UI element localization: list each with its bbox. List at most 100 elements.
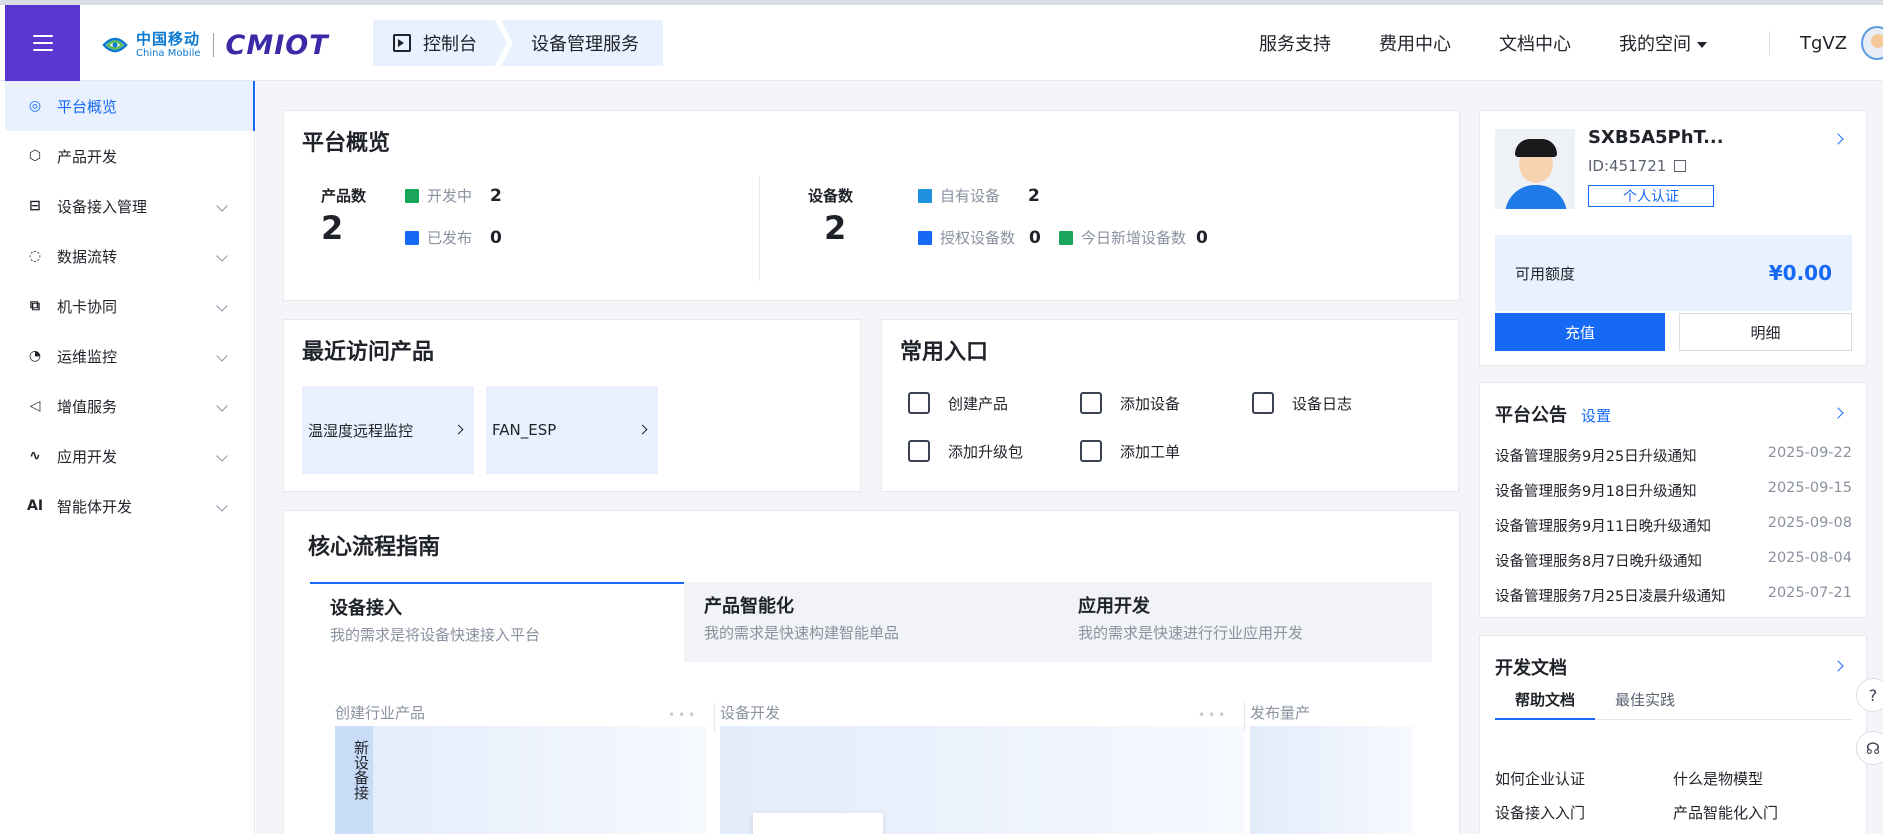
nav-billing-center[interactable]: 费用中心 bbox=[1379, 30, 1451, 56]
sidebar-item-card-collab[interactable]: ⧉ 机卡协同 bbox=[5, 281, 254, 331]
sidebar-item-product-dev[interactable]: ⬡ 产品开发 bbox=[5, 131, 254, 181]
chevron-down-icon bbox=[216, 250, 228, 262]
tab-title: 设备接入 bbox=[330, 598, 402, 619]
auth-device-label: 授权设备数 bbox=[940, 229, 1016, 247]
own-device-label: 自有设备 bbox=[940, 187, 1001, 205]
device-log-link[interactable]: 设备日志 bbox=[1252, 392, 1352, 414]
device-count: 2 bbox=[824, 209, 847, 247]
today-new-label: 今日新增设备数 bbox=[1081, 229, 1187, 247]
user-menu[interactable]: TgVZ bbox=[1800, 5, 1883, 81]
brand-name-en: China Mobile bbox=[136, 47, 201, 59]
chevron-right-icon[interactable] bbox=[1832, 660, 1844, 672]
breadcrumb: 控制台 设备管理服务 bbox=[373, 20, 663, 66]
notice-date: 2025-09-08 bbox=[1767, 515, 1852, 531]
main-content: 平台概览 产品数 2 开发中 2 已发布 0 设备数 2 自有设备 2 授权设备… bbox=[256, 81, 1883, 834]
create-product-link[interactable]: 创建产品 bbox=[908, 392, 1008, 414]
notice-item[interactable]: 设备管理服务9月25日升级通知 2025-09-22 bbox=[1495, 445, 1852, 466]
sidebar-item-platform-overview[interactable]: ◎ 平台概览 bbox=[5, 81, 255, 131]
notice-text: 设备管理服务8月7日晚升级通知 bbox=[1495, 554, 1702, 570]
logo[interactable]: 中国移动 China Mobile CMIOT bbox=[100, 25, 329, 65]
recent-product-name: FAN_ESP bbox=[492, 421, 557, 439]
doc-link[interactable]: 产品智能化入门 bbox=[1673, 802, 1778, 823]
overview-card: 平台概览 产品数 2 开发中 2 已发布 0 设备数 2 自有设备 2 授权设备… bbox=[283, 110, 1460, 301]
upload-icon bbox=[908, 440, 930, 462]
breadcrumb-device-service-label: 设备管理服务 bbox=[531, 34, 639, 55]
brand-name-zh: 中国移动 bbox=[136, 29, 201, 48]
tab-best-practice[interactable]: 最佳实践 bbox=[1595, 688, 1695, 720]
breadcrumb-device-service[interactable]: 设备管理服务 bbox=[501, 20, 663, 66]
sidebar-item-agent-dev[interactable]: AI 智能体开发 bbox=[5, 481, 254, 531]
notice-item[interactable]: 设备管理服务7月25日凌晨升级通知 2025-07-21 bbox=[1495, 585, 1852, 606]
add-ticket-link[interactable]: 添加工单 bbox=[1080, 440, 1180, 462]
doc-link[interactable]: 设备接入入门 bbox=[1495, 802, 1585, 823]
notice-item[interactable]: 设备管理服务9月18日升级通知 2025-09-15 bbox=[1495, 480, 1852, 501]
sidebar-item-label: 设备接入管理 bbox=[57, 197, 148, 216]
recharge-button[interactable]: 充值 bbox=[1495, 313, 1665, 351]
add-device-label: 添加设备 bbox=[1120, 394, 1181, 413]
tab-device-access[interactable]: 设备接入 我的需求是将设备快速接入平台 bbox=[310, 582, 684, 662]
sidebar-item-device-access[interactable]: ⊟ 设备接入管理 bbox=[5, 181, 254, 231]
personal-auth-button[interactable]: 个人认证 bbox=[1588, 185, 1714, 207]
tab-app-dev[interactable]: 应用开发 我的需求是快速进行行业应用开发 bbox=[1058, 582, 1432, 662]
sidebar-item-app-dev[interactable]: ∿ 应用开发 bbox=[5, 431, 254, 481]
notice-item[interactable]: 设备管理服务9月11日晚升级通知 2025-09-08 bbox=[1495, 515, 1852, 536]
tab-help-docs[interactable]: 帮助文档 bbox=[1495, 688, 1596, 720]
recent-product-item[interactable]: FAN_ESP bbox=[486, 386, 658, 474]
tab-title: 应用开发 bbox=[1078, 596, 1150, 617]
account-id-text: ID:451721 bbox=[1588, 157, 1667, 175]
chevron-right-icon[interactable] bbox=[1832, 133, 1844, 145]
nav-service-support[interactable]: 服务支持 bbox=[1259, 30, 1331, 56]
nav-my-space-label: 我的空间 bbox=[1619, 34, 1691, 55]
doc-link[interactable]: 什么是物模型 bbox=[1673, 768, 1763, 789]
notice-settings-link[interactable]: 设置 bbox=[1581, 405, 1611, 426]
sidebar-item-value-added[interactable]: ◁ 增值服务 bbox=[5, 381, 254, 431]
add-device-link[interactable]: 添加设备 bbox=[1080, 392, 1180, 414]
support-icon[interactable]: ☊ bbox=[1856, 731, 1883, 765]
developing-count: 2 bbox=[490, 185, 502, 206]
common-entries-card: 常用入口 创建产品 添加设备 设备日志 添加升级包 添加工单 bbox=[881, 319, 1459, 492]
published-icon bbox=[405, 230, 419, 245]
quota-label: 可用额度 bbox=[1515, 264, 1576, 283]
menu-toggle-button[interactable] bbox=[5, 5, 80, 81]
sidebar: ◎ 平台概览 ⬡ 产品开发 ⊟ 设备接入管理 ◌ 数据流转 ⧉ 机卡协同 ◔ 运… bbox=[5, 81, 255, 834]
chevron-right-icon[interactable] bbox=[1832, 407, 1844, 419]
chevron-right-icon bbox=[453, 424, 464, 435]
hamburger-icon bbox=[32, 35, 53, 51]
notice-text: 设备管理服务9月18日升级通知 bbox=[1495, 484, 1697, 500]
stat-developing: 开发中 2 bbox=[405, 185, 502, 206]
cube-icon: ⬡ bbox=[28, 148, 42, 164]
flow-step-release: 发布量产 bbox=[1250, 704, 1311, 722]
nav-my-space[interactable]: 我的空间 bbox=[1619, 30, 1707, 56]
flow-divider bbox=[1244, 702, 1245, 732]
sidebar-item-ops-monitor[interactable]: ◔ 运维监控 bbox=[5, 331, 254, 381]
new-device-label: 新设备接 bbox=[335, 726, 373, 834]
product-count-label: 产品数 bbox=[321, 187, 367, 205]
flow-step-device-dev: 设备开发 bbox=[720, 704, 781, 722]
recent-products-title: 最近访问产品 bbox=[302, 340, 435, 365]
tab-product-intelligence[interactable]: 产品智能化 我的需求是快速构建智能单品 bbox=[684, 582, 1058, 662]
doc-link[interactable]: 如何企业认证 bbox=[1495, 768, 1585, 789]
breadcrumb-console[interactable]: 控制台 bbox=[373, 20, 507, 66]
sidebar-item-label: 机卡协同 bbox=[57, 297, 118, 316]
published-count: 0 bbox=[490, 227, 502, 248]
notice-date: 2025-07-21 bbox=[1767, 585, 1852, 601]
help-icon[interactable]: ? bbox=[1856, 678, 1883, 712]
quota-value: ¥0.00 bbox=[1768, 261, 1832, 285]
notice-text: 设备管理服务7月25日凌晨升级通知 bbox=[1495, 589, 1726, 605]
add-upgrade-package-link[interactable]: 添加升级包 bbox=[908, 440, 1023, 462]
overview-title: 平台概览 bbox=[302, 131, 391, 156]
sidebar-item-data-flow[interactable]: ◌ 数据流转 bbox=[5, 231, 254, 281]
add-upgrade-package-label: 添加升级包 bbox=[948, 442, 1024, 461]
device-icon: ⊟ bbox=[29, 198, 41, 214]
recent-product-item[interactable]: 温湿度远程监控 bbox=[302, 386, 474, 474]
detail-button[interactable]: 明细 bbox=[1679, 313, 1852, 351]
notice-date: 2025-09-22 bbox=[1767, 445, 1852, 461]
auth-device-count: 0 bbox=[1029, 227, 1041, 248]
sidebar-item-label: 运维监控 bbox=[57, 347, 118, 366]
copy-icon[interactable] bbox=[1674, 160, 1687, 172]
product-count: 2 bbox=[321, 209, 344, 247]
flow-diagram: 创建行业产品 ••• 设备开发 ••• 发布量产 新设备接 bbox=[310, 662, 1432, 834]
notice-item[interactable]: 设备管理服务8月7日晚升级通知 2025-08-04 bbox=[1495, 550, 1852, 571]
nav-docs-center[interactable]: 文档中心 bbox=[1499, 30, 1571, 56]
developing-icon bbox=[405, 188, 419, 203]
